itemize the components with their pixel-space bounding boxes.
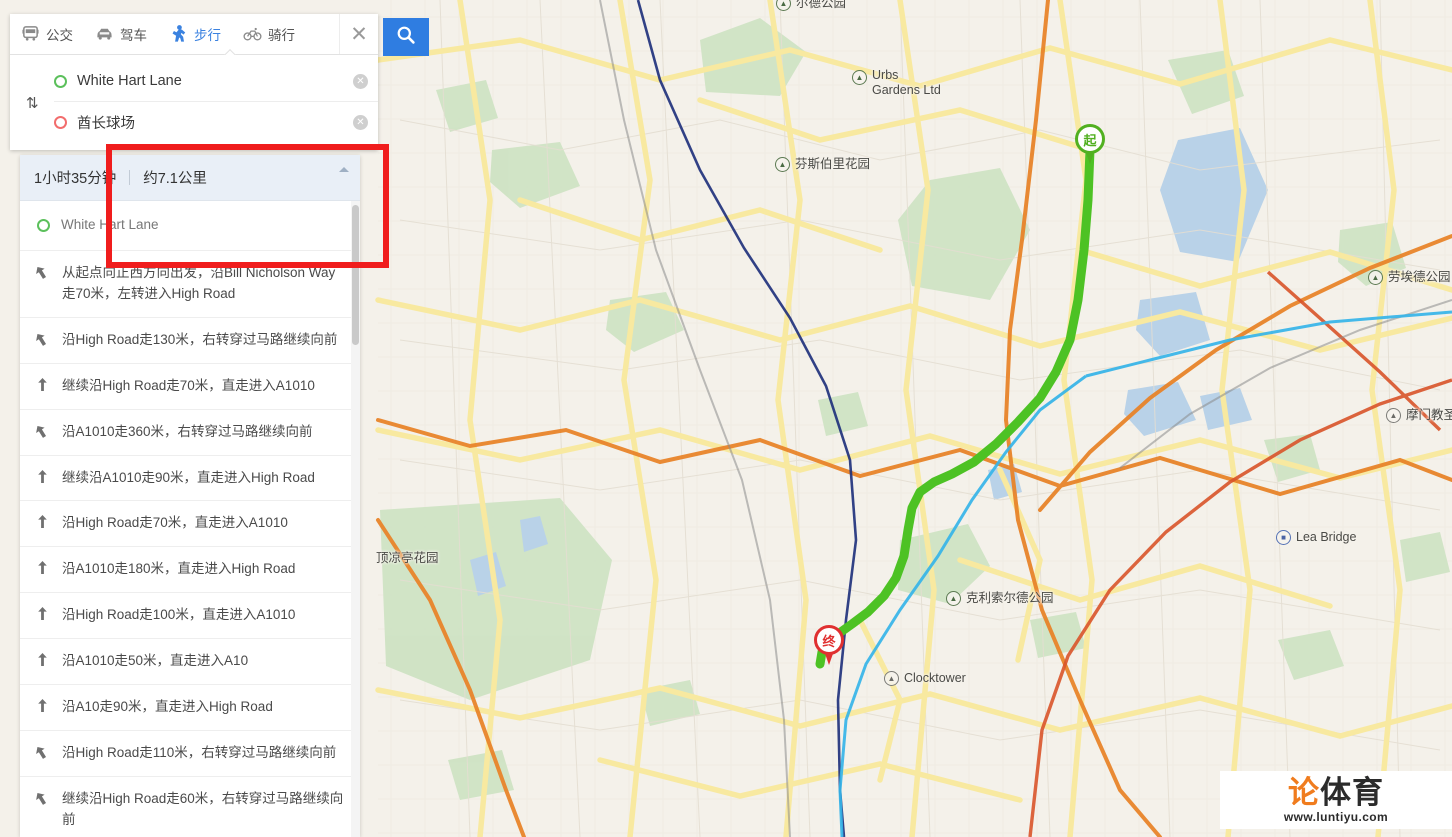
step-row[interactable]: 沿High Road走100米，直走进入A1010 (20, 593, 360, 640)
step-row[interactable]: 沿High Road走110米，右转穿过马路继续向前 (20, 731, 360, 777)
close-icon[interactable]: ✕ (339, 14, 378, 54)
endpoint-fields: ⇅ White Hart Lane ✕ 酋长球场 ✕ (10, 55, 378, 150)
steps-scrollbar[interactable] (351, 201, 360, 837)
travel-mode-tabs: 公交 驾车 步行 骑行 ✕ (10, 14, 378, 55)
step-text: 沿High Road走100米，直走进入A1010 (62, 607, 296, 623)
step-text: 继续沿High Road走60米，右转穿过马路继续向前 (62, 790, 344, 827)
swap-endpoints-button[interactable]: ⇅ (26, 94, 39, 112)
step-text: 从起点向正西方向出发，沿Bill Nicholson Way走70米，左转进入H… (62, 264, 336, 301)
route-end-marker[interactable]: 终 (814, 625, 846, 667)
turn-left-icon (34, 789, 51, 805)
step-row[interactable]: 沿A1010走180米，直走进入High Road (20, 547, 360, 594)
step-text: 沿High Road走130米，右转穿过马路继续向前 (62, 331, 338, 347)
step-row[interactable]: 沿High Road走130米，右转穿过马路继续向前 (20, 318, 360, 364)
bike-icon (243, 25, 262, 43)
tab-walk-label: 步行 (194, 28, 221, 43)
route-duration: 1小时35分钟 (34, 171, 117, 187)
turn-left-icon (34, 263, 51, 279)
turn-left-icon (34, 330, 51, 346)
destination-clear-icon[interactable]: ✕ (353, 114, 368, 130)
step-origin-label: White Hart Lane (61, 217, 159, 232)
watermark-brand-left: 论 (1288, 775, 1320, 810)
step-row[interactable]: 继续沿A1010走90米，直走进入High Road (20, 456, 360, 502)
search-icon (396, 25, 416, 50)
step-row[interactable]: 继续沿High Road走70米，直走进入A1010 (20, 364, 360, 410)
step-row[interactable]: 沿A1010走360米，右转穿过马路继续向前 (20, 410, 360, 456)
steps-host: 从起点向正西方向出发，沿Bill Nicholson Way走70米，左转进入H… (20, 251, 360, 837)
straight-up-icon (34, 605, 51, 621)
walk-icon (169, 25, 188, 43)
watermark-brand: 论体育 (1288, 777, 1384, 808)
pin-head: 起 (1075, 124, 1105, 154)
step-text: 沿A10走90米，直走进入High Road (62, 699, 273, 715)
bus-icon (21, 25, 40, 43)
watermark-url: www.luntiyu.com (1283, 810, 1389, 824)
tab-walk[interactable]: 步行 (158, 14, 232, 54)
route-summary[interactable]: 1小时35分钟 约7.1公里 (20, 155, 360, 201)
collapse-icon[interactable] (339, 167, 349, 172)
search-card: 公交 驾车 步行 骑行 ✕ ⇅ White Hart Lane ✕ 酋长球场 ✕ (10, 14, 378, 150)
origin-row[interactable]: White Hart Lane ✕ (54, 61, 378, 101)
step-row[interactable]: 沿A1010走50米，直走进入A10 (20, 639, 360, 686)
origin-dot-icon (37, 219, 50, 232)
step-text: 沿A1010走360米，右转穿过马路继续向前 (62, 423, 313, 439)
route-results-card: 1小时35分钟 约7.1公里 White Hart Lane 从起点向正西方向出… (20, 155, 360, 837)
step-text: 继续沿A1010走90米，直走进入High Road (62, 469, 315, 485)
origin-input[interactable]: White Hart Lane (77, 73, 353, 89)
straight-up-icon (34, 559, 51, 575)
step-text: 沿High Road走70米，直走进入A1010 (62, 515, 288, 531)
step-text: 继续沿High Road走70米，直走进入A1010 (62, 377, 315, 393)
summary-divider (129, 170, 131, 185)
watermark-brand-right: 体育 (1320, 775, 1384, 810)
tab-transit-label: 公交 (46, 28, 73, 43)
step-text: 沿A1010走180米，直走进入High Road (62, 561, 296, 577)
step-text: 沿High Road走110米，右转穿过马路继续向前 (62, 745, 337, 761)
tab-bike[interactable]: 骑行 (232, 14, 306, 54)
destination-dot-icon (54, 115, 67, 129)
step-row[interactable]: 沿A10走90米，直走进入High Road (20, 685, 360, 732)
step-origin: White Hart Lane (20, 201, 360, 251)
directions-panel: 公交 驾车 步行 骑行 ✕ ⇅ White Hart Lane ✕ 酋长球场 ✕… (0, 0, 429, 837)
watermark: 论体育 www.luntiyu.com (1220, 771, 1452, 829)
destination-row[interactable]: 酋长球场 ✕ (54, 101, 378, 142)
straight-up-icon (34, 697, 51, 713)
step-text: 沿A1010走50米，直走进入A10 (62, 653, 249, 669)
turn-left-icon (34, 743, 51, 759)
turn-left-icon (34, 422, 51, 438)
straight-up-icon (34, 513, 51, 529)
search-button[interactable] (383, 18, 429, 56)
step-row[interactable]: 继续沿High Road走60米，右转穿过马路继续向前 (20, 777, 360, 837)
origin-clear-icon[interactable]: ✕ (353, 73, 368, 89)
step-row[interactable]: 从起点向正西方向出发，沿Bill Nicholson Way走70米，左转进入H… (20, 251, 360, 318)
route-start-marker[interactable]: 起 (1075, 124, 1107, 166)
destination-input[interactable]: 酋长球场 (77, 112, 353, 133)
tab-transit[interactable]: 公交 (10, 14, 84, 54)
route-distance: 约7.1公里 (143, 171, 207, 187)
tab-drive-label: 驾车 (120, 28, 147, 43)
tab-drive[interactable]: 驾车 (84, 14, 158, 54)
straight-up-icon (34, 468, 51, 484)
step-row[interactable]: 沿High Road走70米，直走进入A1010 (20, 501, 360, 548)
straight-up-icon (34, 651, 51, 667)
straight-up-icon (34, 376, 51, 392)
car-icon (95, 25, 114, 43)
pin-head: 终 (814, 625, 844, 655)
steps-list[interactable]: White Hart Lane 从起点向正西方向出发，沿Bill Nichols… (20, 201, 360, 837)
active-tab-caret (223, 48, 236, 55)
tab-bike-label: 骑行 (268, 28, 295, 43)
scrollbar-thumb[interactable] (352, 205, 359, 345)
origin-dot-icon (54, 74, 67, 88)
